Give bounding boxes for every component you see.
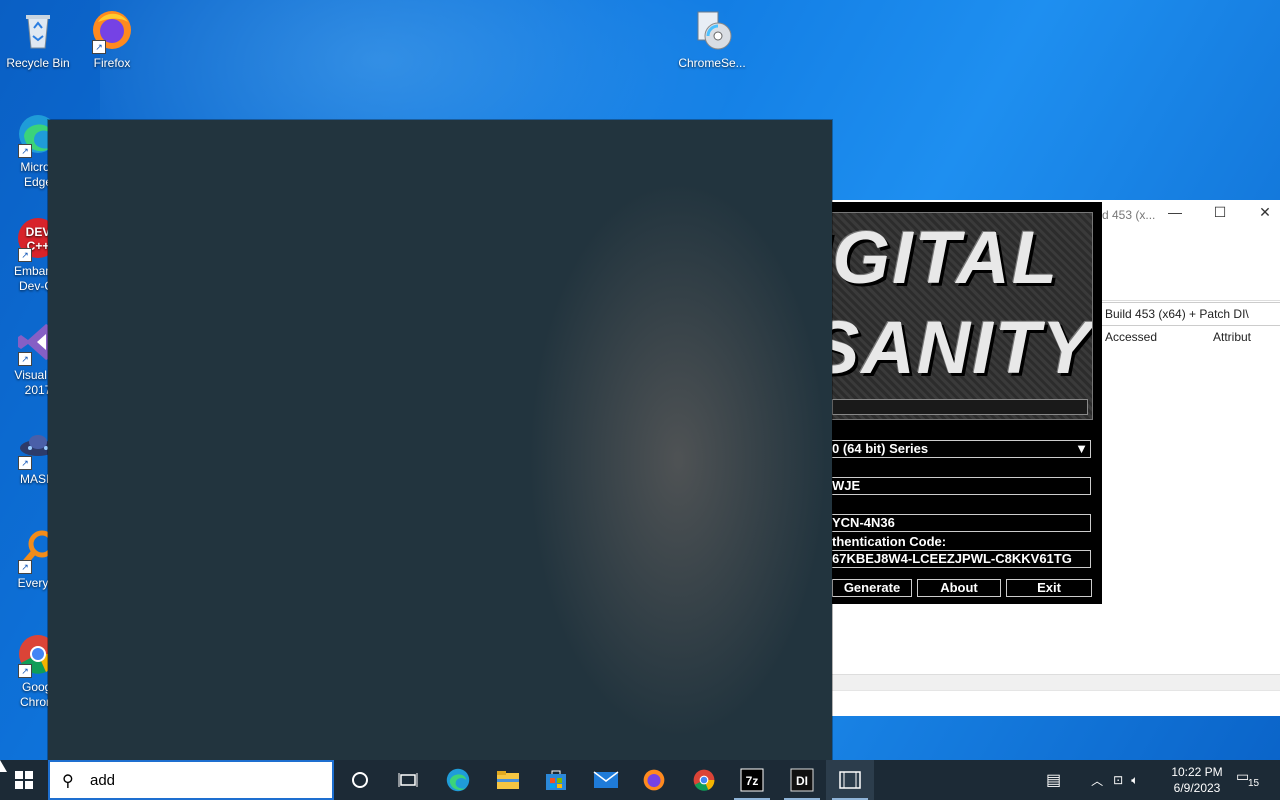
search-input[interactable] [88, 771, 322, 790]
serial-value: YCN-4N36 [832, 515, 895, 530]
banner-progress-bar [832, 399, 1088, 415]
column-header-accessed[interactable]: Accessed [1105, 330, 1157, 344]
desktop-icon-chromesetup[interactable]: ChromeSe... [674, 8, 750, 71]
shortcut-arrow-icon: ↗ [92, 40, 106, 54]
svg-text:7z: 7z [746, 774, 759, 788]
svg-text:DEV: DEV [26, 225, 51, 239]
windows-logo-icon [15, 771, 33, 789]
maximize-button[interactable]: ☐ [1205, 204, 1235, 224]
banner-text-line1: IGITAL [832, 216, 1060, 299]
firefox-icon: ↗ [90, 8, 134, 54]
setup-disc-icon [690, 8, 734, 52]
folder-icon [497, 771, 519, 789]
exit-button[interactable]: Exit [1006, 579, 1092, 597]
status-bar [832, 690, 1280, 716]
auth-code-field[interactable]: 67KBEJ8W4-LCEEZJPWL-C8KKV61TG [832, 550, 1091, 568]
network-icon[interactable]: ⊡ [1113, 773, 1123, 787]
taskbar-chrome[interactable] [680, 760, 728, 800]
desktop-icon-label: ChromeSe... [678, 56, 746, 70]
column-header-attributes[interactable]: Attribut [1213, 330, 1251, 344]
taskbar-edge[interactable] [434, 760, 482, 800]
firefox-icon [643, 769, 665, 791]
taskbar-keygen[interactable]: DI [778, 760, 826, 800]
7zip-icon: 7z [740, 768, 764, 792]
news-widget-icon[interactable]: ▤ [1046, 770, 1061, 790]
shortcut-arrow-icon: ↗ [18, 144, 32, 158]
show-hidden-icons-chevron-icon[interactable]: ︿ [1091, 772, 1103, 789]
flyout-blurred-content [528, 180, 828, 740]
auth-code-value: 67KBEJ8W4-LCEEZJPWL-C8KKV61TG [832, 551, 1072, 566]
window-title: d 453 (x... [1102, 208, 1156, 222]
shortcut-arrow-icon: ↗ [18, 352, 32, 366]
chrome-icon [693, 769, 715, 791]
notification-center-button[interactable]: ▭ 15 [1236, 768, 1264, 792]
notification-count: 15 [1248, 778, 1260, 789]
generate-button[interactable]: Generate [832, 579, 912, 597]
taskbar-search-box[interactable]: ⚲ [48, 760, 334, 800]
series-value: 0 (64 bit) Series [832, 441, 929, 456]
address-bar[interactable]: Build 453 (x64) + Patch DI\ [1100, 302, 1280, 326]
desktop-icon-recycle-bin[interactable]: Recycle Bin [0, 8, 76, 71]
cortana-button[interactable] [336, 760, 384, 800]
desktop-icon-label: Firefox [93, 56, 131, 70]
dropdown-arrow-icon: ▼ [1075, 441, 1088, 456]
minimize-button[interactable]: — [1160, 204, 1190, 224]
task-view-button[interactable] [384, 760, 432, 800]
close-button[interactable]: ✕ [1250, 204, 1280, 224]
taskbar-7zip[interactable]: 7z [728, 760, 776, 800]
search-icon: ⚲ [62, 773, 74, 790]
keygen-di-icon: DI [790, 768, 814, 792]
shortcut-arrow-icon: ↗ [18, 456, 32, 470]
volume-icon[interactable]: 🔈︎ [1131, 773, 1138, 788]
cortana-circle-icon [352, 772, 368, 788]
name-value: WJE [832, 478, 861, 493]
mail-icon [593, 771, 619, 788]
address-text: Build 453 (x64) + Patch DI\ [1105, 307, 1249, 321]
shortcut-arrow-icon: ↗ [18, 248, 32, 262]
store-bag-icon [546, 770, 566, 790]
system-tray: ▤ ︿ ⊡ 🔈︎ [1040, 760, 1138, 800]
taskbar-file-explorer[interactable] [484, 760, 532, 800]
keygen-banner: IGITAL SANITY [832, 212, 1093, 420]
clock-date: 6/9/2023 [1173, 781, 1221, 795]
search-results-flyout[interactable] [48, 120, 832, 760]
shortcut-arrow-icon: ↗ [18, 664, 32, 678]
film-strip-icon [839, 771, 861, 789]
auth-code-label: thentication Code: [832, 534, 947, 549]
mouse-cursor [0, 760, 7, 772]
shortcut-arrow-icon: ↗ [18, 560, 32, 574]
serial-field[interactable]: YCN-4N36 [832, 514, 1091, 532]
taskbar-mail[interactable] [582, 760, 630, 800]
start-button[interactable] [0, 760, 48, 800]
desktop-icon-firefox[interactable]: ↗ Firefox [74, 8, 150, 71]
taskbar-film-app[interactable] [826, 760, 874, 800]
svg-text:DI: DI [796, 774, 808, 788]
recycle-bin-icon [16, 8, 60, 52]
edge-icon [446, 768, 470, 792]
banner-text-line2: SANITY [832, 306, 1093, 389]
taskbar-clock[interactable]: 10:22 PM 6/9/2023 [1168, 764, 1226, 796]
about-button[interactable]: About [917, 579, 1001, 597]
task-view-icon [398, 773, 418, 787]
name-field[interactable]: WJE [832, 477, 1091, 495]
clock-time: 10:22 PM [1171, 765, 1223, 779]
keygen-window[interactable]: IGITAL SANITY 0 (64 bit) Series ▼ WJE YC… [832, 202, 1102, 604]
desktop-icon-label: Recycle Bin [6, 56, 70, 70]
product-series-select[interactable]: 0 (64 bit) Series ▼ [832, 440, 1091, 458]
taskbar-store[interactable] [532, 760, 580, 800]
taskbar-firefox[interactable] [630, 760, 678, 800]
horizontal-scrollbar[interactable] [832, 674, 1280, 691]
